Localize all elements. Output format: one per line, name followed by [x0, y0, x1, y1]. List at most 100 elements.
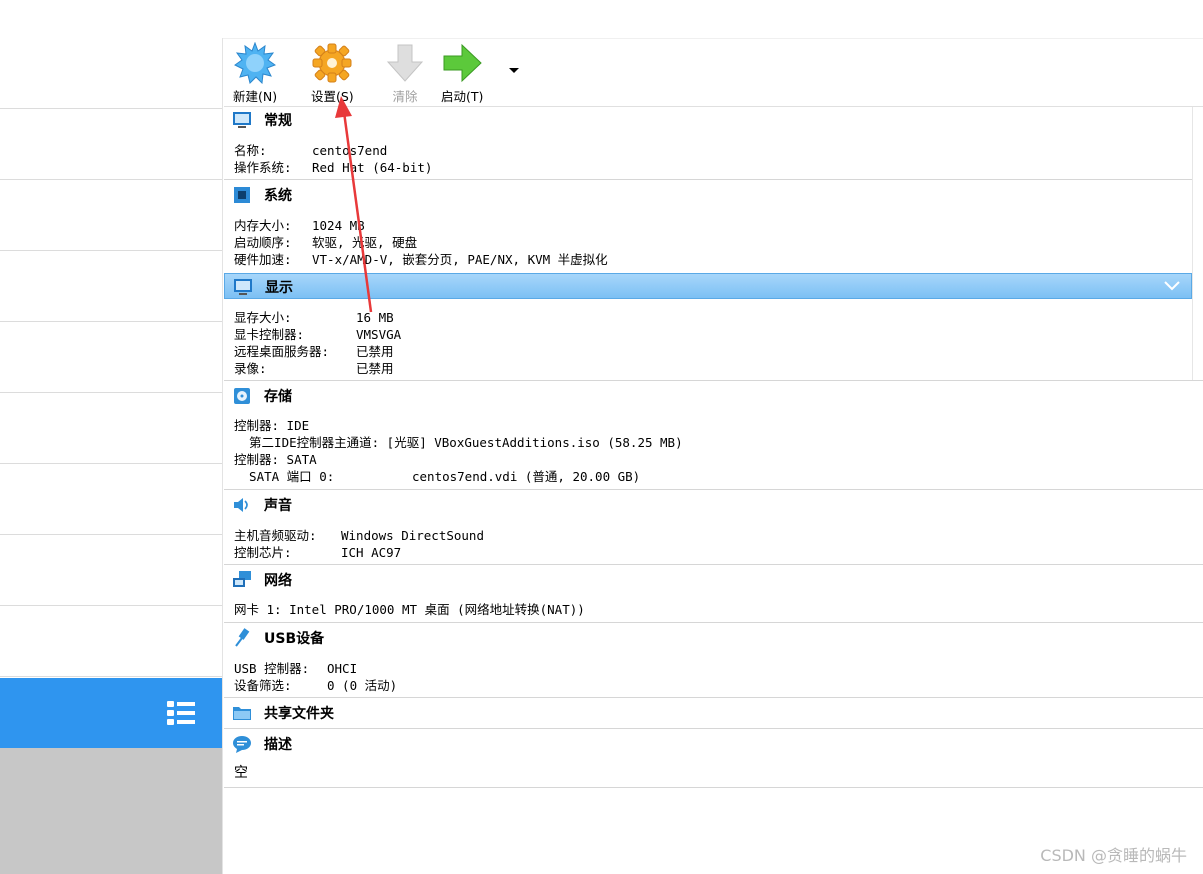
- list-view-icon[interactable]: [166, 698, 196, 728]
- section-title: 系统: [264, 188, 292, 204]
- section-divider: [224, 380, 1203, 381]
- section-description-header[interactable]: 描述: [224, 731, 1192, 757]
- storage-line-1: 控制器: IDE: [234, 418, 310, 433]
- system-boot-key: 启动顺序:: [234, 235, 292, 250]
- section-title: 常规: [264, 113, 292, 129]
- display-rec-value: 已禁用: [356, 361, 394, 376]
- section-divider: [224, 564, 1203, 565]
- new-icon: [234, 42, 277, 84]
- display-scrollbar[interactable]: [1192, 107, 1203, 380]
- section-title: 共享文件夹: [264, 706, 334, 722]
- section-divider: [224, 728, 1203, 729]
- section-shared-header[interactable]: 共享文件夹: [224, 700, 1192, 726]
- section-system-header[interactable]: 系统: [224, 182, 1192, 208]
- vm-list-panel: [0, 38, 223, 874]
- system-boot-value: 软驱, 光驱, 硬盘: [312, 235, 418, 250]
- system-mem-value: 1024 MB: [312, 218, 365, 233]
- section-system: 系统 内存大小: 1024 MB 启动顺序: 软驱, 光驱, 硬盘 硬件加速: …: [224, 182, 1192, 272]
- network-icon: [233, 571, 251, 587]
- storage-sata-value: centos7end.vdi (普通, 20.00 GB): [412, 469, 641, 484]
- monitor-icon: [233, 112, 251, 128]
- section-divider: [224, 697, 1203, 698]
- section-title: 网络: [264, 573, 292, 589]
- vm-list-row[interactable]: [0, 322, 222, 393]
- system-accel-value: VT-x/AMD-V, 嵌套分页, PAE/NX, KVM 半虚拟化: [312, 252, 608, 267]
- usb-ctrl-value: OHCI: [327, 661, 358, 676]
- vm-list-row[interactable]: [0, 535, 222, 606]
- settings-gear-icon: [312, 43, 352, 83]
- watermark: CSDN @贪睡的蜗牛: [1040, 846, 1187, 865]
- section-title: 描述: [264, 737, 292, 753]
- section-title: 存储: [264, 389, 292, 405]
- new-button[interactable]: 新建(N): [233, 42, 277, 105]
- settings-label: 设置(S): [311, 89, 354, 104]
- vm-list-row[interactable]: [0, 38, 222, 109]
- section-general: 常规 名称: centos7end 操作系统: Red Hat (64-bit): [224, 107, 1203, 180]
- folder-icon: [233, 707, 251, 720]
- usb-icon: [235, 628, 250, 647]
- vm-list-row[interactable]: [0, 606, 222, 677]
- speech-bubble-icon: [233, 736, 251, 753]
- display-rdp-value: 已禁用: [356, 344, 394, 359]
- vm-list-empty-area: [0, 748, 222, 874]
- display-vram-value: 16 MB: [356, 310, 394, 325]
- section-display: 显示 显存大小: 16 MB 显卡控制器: VMSVGA 远程桌面服务器: 已禁…: [224, 273, 1192, 380]
- discard-arrow-icon: [386, 44, 424, 82]
- monitor-icon: [234, 279, 252, 295]
- chip-icon: [234, 187, 250, 203]
- usb-filter-value: 0 (0 活动): [327, 678, 398, 693]
- section-usb: USB设备 USB 控制器: OHCI 设备筛选: 0 (0 活动): [224, 625, 1203, 698]
- general-name-key: 名称:: [234, 143, 267, 158]
- storage-line-2: 第二IDE控制器主通道: [光驱] VBoxGuestAdditions.iso…: [234, 435, 683, 450]
- section-usb-header[interactable]: USB设备: [224, 625, 1192, 651]
- start-arrow-icon: [443, 43, 482, 83]
- section-network: 网络 网卡 1: Intel PRO/1000 MT 桌面 (网络地址转换(NA…: [224, 567, 1203, 623]
- display-rec-key: 录像:: [234, 361, 267, 376]
- usb-ctrl-key: USB 控制器:: [234, 661, 310, 676]
- clear-label: 清除: [392, 89, 418, 104]
- section-audio-header[interactable]: 声音: [224, 492, 1192, 518]
- section-storage: 存储 控制器: IDE 第二IDE控制器主通道: [光驱] VBoxGuestA…: [224, 383, 1203, 490]
- section-audio: 声音 主机音频驱动: Windows DirectSound 控制芯片: ICH…: [224, 492, 1203, 565]
- settings-button[interactable]: 设置(S): [311, 42, 354, 105]
- vm-list-row[interactable]: [0, 393, 222, 464]
- audio-driver-value: Windows DirectSound: [341, 528, 484, 543]
- section-shared-folders: 共享文件夹: [224, 700, 1203, 729]
- section-general-header[interactable]: 常规: [224, 107, 1192, 133]
- clear-button[interactable]: 清除: [384, 42, 426, 105]
- audio-chip-key: 控制芯片:: [234, 545, 292, 560]
- section-divider: [224, 622, 1203, 623]
- system-accel-key: 硬件加速:: [234, 252, 292, 267]
- audio-chip-value: ICH AC97: [341, 545, 402, 560]
- vm-list-row[interactable]: [0, 251, 222, 322]
- start-label: 启动(T): [441, 89, 484, 104]
- vm-list-row[interactable]: [0, 464, 222, 535]
- section-title: 声音: [264, 498, 292, 514]
- vm-list-row[interactable]: [0, 180, 222, 251]
- storage-sata-key: SATA 端口 0:: [234, 469, 335, 484]
- display-ctrl-key: 显卡控制器:: [234, 327, 305, 342]
- display-vram-key: 显存大小:: [234, 310, 292, 325]
- audio-driver-key: 主机音频驱动:: [234, 528, 317, 543]
- system-mem-key: 内存大小:: [234, 218, 292, 233]
- chevron-down-icon[interactable]: [1163, 278, 1181, 292]
- display-rdp-key: 远程桌面服务器:: [234, 344, 330, 359]
- section-title: 显示: [265, 280, 293, 296]
- section-network-header[interactable]: 网络: [224, 567, 1192, 593]
- section-storage-header[interactable]: 存储: [224, 383, 1192, 409]
- section-display-header[interactable]: 显示: [224, 273, 1192, 299]
- section-divider: [224, 787, 1203, 788]
- vm-list-row[interactable]: [0, 109, 222, 180]
- storage-line-3: 控制器: SATA: [234, 452, 317, 467]
- section-divider: [224, 489, 1203, 490]
- selected-vm-item[interactable]: [0, 678, 222, 748]
- usb-filter-key: 设备筛选:: [234, 678, 292, 693]
- start-dropdown-arrow[interactable]: [509, 68, 519, 73]
- start-button[interactable]: 启动(T): [441, 42, 483, 105]
- description-text: 空: [234, 765, 248, 781]
- general-os-value: Red Hat (64-bit): [312, 160, 433, 175]
- display-ctrl-value: VMSVGA: [356, 327, 402, 342]
- section-divider: [224, 179, 1203, 180]
- general-os-key: 操作系统:: [234, 160, 292, 175]
- general-name-value: centos7end: [312, 143, 388, 158]
